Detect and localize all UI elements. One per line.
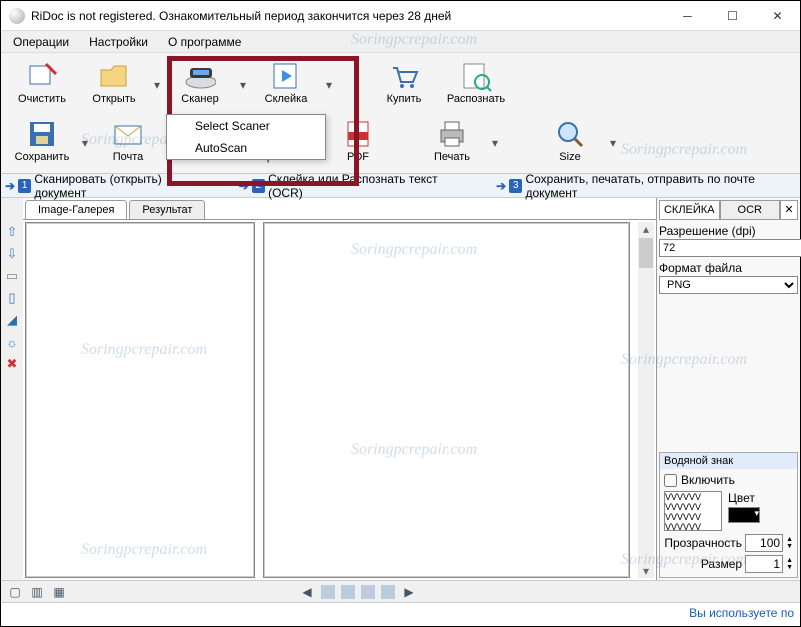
rtab-ocr[interactable]: OCR: [720, 200, 781, 220]
menubar: Операции Настройки О программе: [1, 31, 800, 53]
recognize-button[interactable]: Распознать: [441, 57, 511, 113]
clipboard-icon[interactable]: ▯: [4, 290, 20, 306]
maximize-button[interactable]: ☐: [710, 1, 755, 31]
rtab-stitch[interactable]: СКЛЕЙКА: [659, 200, 720, 220]
step-2: ➔2Склейка или Распознать текст (OCR): [239, 172, 465, 200]
print-button[interactable]: Печать: [417, 115, 487, 171]
pdf-button[interactable]: PDF: [323, 115, 393, 171]
resolution-input[interactable]: [659, 239, 801, 257]
watermark-color-picker[interactable]: ▾: [728, 507, 760, 523]
magnifier-icon: [554, 118, 586, 150]
delete-icon[interactable]: ✖: [4, 356, 20, 372]
mail-button[interactable]: Почта: [93, 115, 163, 171]
arrow-down-icon[interactable]: ⇩: [4, 246, 20, 262]
folder-open-icon: [98, 60, 130, 92]
preview-pane: [263, 222, 630, 578]
tab-gallery[interactable]: Image-Галерея: [25, 200, 127, 219]
titlebar: RiDoc is not registered. Ознакомительный…: [1, 1, 800, 31]
watermark-opacity[interactable]: [745, 534, 783, 552]
size-button[interactable]: Size: [535, 115, 605, 171]
print-dropdown[interactable]: ▾: [489, 115, 501, 171]
format-field: Формат файла PNG: [659, 261, 798, 294]
status-bar: Вы используете по: [1, 602, 800, 622]
toolbar: Очистить Открыть ▾ Сканер Select Scaner …: [1, 53, 800, 174]
watermark-box: Водяной знак Включить VVVVVVVVVVVVVVVVVV…: [659, 452, 798, 578]
doc-icon[interactable]: ▭: [4, 268, 20, 284]
content-area: ⇧ ⇩ ▭ ▯ ◢ ☼ ✖ Image-Галерея Результат ▴▾…: [1, 198, 800, 580]
window-title: RiDoc is not registered. Ознакомительный…: [31, 9, 665, 23]
main-tabs: Image-Галерея Результат: [23, 198, 656, 220]
gallery-pane: [25, 222, 255, 578]
save-dropdown[interactable]: ▾: [79, 115, 91, 171]
close-button[interactable]: ✕: [755, 1, 800, 31]
open-button[interactable]: Открыть: [79, 57, 149, 113]
cart-icon: [388, 60, 420, 92]
menu-select-scanner[interactable]: Select Scaner: [167, 115, 325, 137]
save-button[interactable]: Сохранить: [7, 115, 77, 171]
nav-first-icon[interactable]: ◀: [299, 584, 315, 600]
stitch-icon: [270, 60, 302, 92]
rtab-close[interactable]: ✕: [780, 200, 798, 220]
preview-scrollbar[interactable]: ▴▾: [638, 222, 654, 578]
format-select[interactable]: PNG: [659, 276, 798, 294]
scanner-dropdown-menu: Select Scaner AutoScan: [166, 114, 326, 160]
clear-button[interactable]: Очистить: [7, 57, 77, 113]
stitch-dropdown[interactable]: ▾: [323, 57, 335, 113]
right-panel: СКЛЕЙКА OCR ✕ Разрешение (dpi) … Формат …: [656, 198, 800, 580]
view-single-icon[interactable]: ▢: [7, 584, 23, 600]
thumb-4[interactable]: [381, 585, 395, 599]
size-dropdown[interactable]: ▾: [607, 115, 619, 171]
pdf-icon: [342, 118, 374, 150]
thumb-1[interactable]: [321, 585, 335, 599]
view-grid-icon[interactable]: ▦: [51, 584, 67, 600]
menu-settings[interactable]: Настройки: [83, 33, 154, 51]
status-text: Вы используете по: [689, 606, 794, 620]
thumb-2[interactable]: [341, 585, 355, 599]
tab-result[interactable]: Результат: [129, 200, 205, 219]
open-dropdown[interactable]: ▾: [151, 57, 163, 113]
buy-button[interactable]: Купить: [369, 57, 439, 113]
stitch-button[interactable]: Склейка: [251, 57, 321, 113]
clear-icon: [26, 60, 58, 92]
watermark-enable[interactable]: Включить: [664, 473, 793, 487]
step-3: ➔3Сохранить, печатать, отправить по почт…: [496, 172, 796, 200]
watermark-pattern[interactable]: VVVVVVVVVVVVVVVVVVVVVVVV: [664, 491, 722, 531]
printer-icon: [436, 118, 468, 150]
bottom-bar: ▢ ▥ ▦ ◀ ▶: [1, 580, 800, 602]
scanner-icon: [184, 60, 216, 92]
main-area: Image-Галерея Результат ▴▾: [23, 198, 656, 580]
thumb-3[interactable]: [361, 585, 375, 599]
menu-about[interactable]: О программе: [162, 33, 247, 51]
view-dual-icon[interactable]: ▥: [29, 584, 45, 600]
scanner-dropdown[interactable]: ▾: [237, 57, 249, 113]
step-1: ➔1Сканировать (открыть) документ: [5, 172, 208, 200]
minimize-button[interactable]: ─: [665, 1, 710, 31]
steps-bar: ➔1Сканировать (открыть) документ ➔2Склей…: [1, 174, 800, 198]
left-toolstrip: ⇧ ⇩ ▭ ▯ ◢ ☼ ✖: [1, 198, 23, 580]
save-icon: [26, 118, 58, 150]
menu-operations[interactable]: Операции: [7, 33, 75, 51]
app-icon: [9, 8, 25, 24]
nav-last-icon[interactable]: ▶: [401, 584, 417, 600]
brightness-icon[interactable]: ☼: [4, 334, 20, 350]
resolution-field: Разрешение (dpi) …: [659, 224, 798, 257]
ocr-icon: [460, 60, 492, 92]
menu-autoscan[interactable]: AutoScan: [167, 137, 325, 159]
watermark-size[interactable]: [745, 555, 783, 573]
scanner-button[interactable]: Сканер Select Scaner AutoScan: [165, 57, 235, 113]
mail-icon: [112, 118, 144, 150]
mountain-icon[interactable]: ◢: [4, 312, 20, 328]
arrow-up-icon[interactable]: ⇧: [4, 224, 20, 240]
